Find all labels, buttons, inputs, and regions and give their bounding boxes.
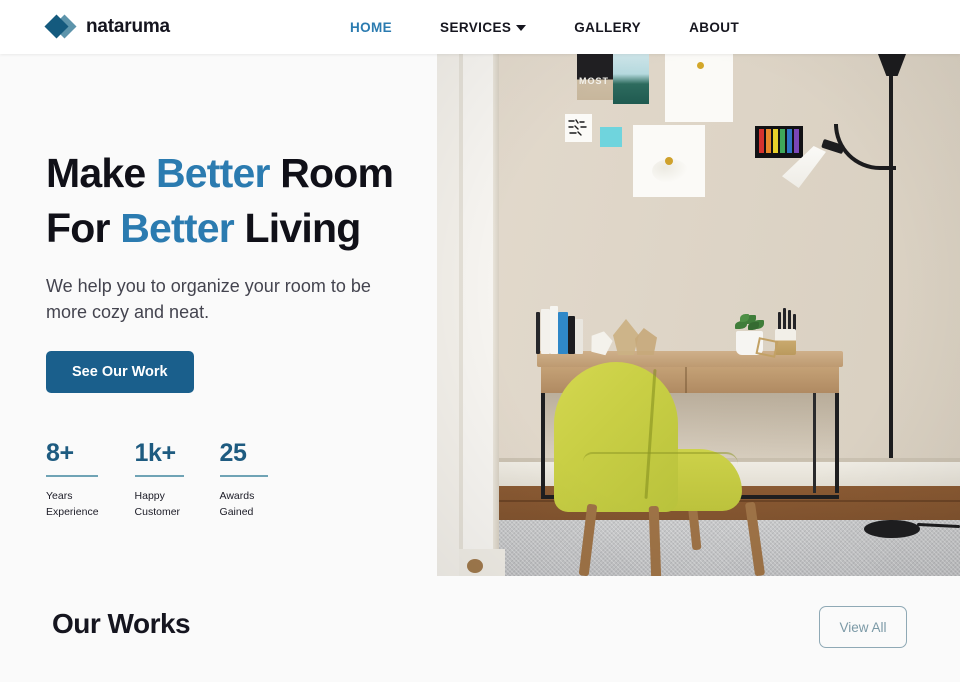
stat-divider: [219, 475, 268, 478]
hero-title-line1-part1: Make: [46, 150, 156, 196]
nav-item-gallery-label: GALLERY: [574, 19, 642, 35]
see-our-work-button[interactable]: See Our Work: [46, 351, 194, 394]
nav-item-about[interactable]: ABOUT: [689, 14, 739, 41]
hero-title-line1-accent: Better: [155, 150, 270, 196]
stat-awards-gained: 25 Awards Gained: [219, 439, 268, 521]
hero-section: Make Better Room For Better Living We he…: [0, 54, 960, 576]
chevron-down-icon: [516, 25, 527, 31]
site-header: nataruma HOME SERVICES GALLERY ABOUT: [0, 0, 960, 54]
photo-vignette: [437, 54, 960, 576]
hero-title-line2-accent: Better: [120, 204, 234, 251]
nav-item-services-label: SERVICES: [440, 19, 512, 35]
nav-item-home[interactable]: HOME: [350, 14, 392, 41]
stat-label: Years Experience: [46, 490, 99, 518]
stat-divider: [134, 475, 184, 478]
our-works-title: Our Works: [52, 608, 191, 639]
nav-item-home-label: HOME: [349, 19, 393, 35]
brand-name: nataruma: [86, 16, 170, 37]
view-all-button[interactable]: View All: [819, 606, 907, 648]
brand-logo[interactable]: nataruma: [44, 14, 170, 40]
hero-title-line2-part1: For: [46, 204, 121, 251]
nav-item-gallery[interactable]: GALLERY: [574, 14, 641, 41]
stat-value: 1k+: [134, 439, 177, 467]
hero-title: Make Better Room For Better Living: [46, 146, 416, 255]
hero-photo: MOST: [437, 54, 960, 576]
stat-value: 25: [219, 439, 247, 467]
stat-value: 8+: [46, 439, 74, 467]
main-navigation: HOME SERVICES GALLERY ABOUT: [350, 14, 739, 41]
stat-label: Awards Gained: [219, 490, 255, 518]
hero-title-line2-part2: Living: [233, 204, 362, 251]
our-works-section: Our Works View All: [0, 576, 960, 682]
hero-title-line1-part2: Room: [269, 150, 394, 196]
stat-divider: [46, 475, 98, 478]
stat-label: Happy Customer: [134, 490, 181, 518]
page-root: nataruma HOME SERVICES GALLERY ABOUT Mak…: [0, 0, 960, 682]
hero-copy: Make Better Room For Better Living We he…: [46, 146, 416, 394]
hero-subtitle: We help you to organize your room to be …: [46, 276, 371, 323]
nav-item-about-label: ABOUT: [689, 19, 740, 35]
nav-item-services[interactable]: SERVICES: [440, 14, 527, 41]
stat-happy-customer: 1k+ Happy Customer: [134, 439, 184, 521]
hero-stats: 8+ Years Experience 1k+ Happy Customer 2…: [46, 440, 268, 521]
stat-years-experience: 8+ Years Experience: [46, 440, 99, 521]
diamond-logo-icon: [44, 14, 77, 40]
